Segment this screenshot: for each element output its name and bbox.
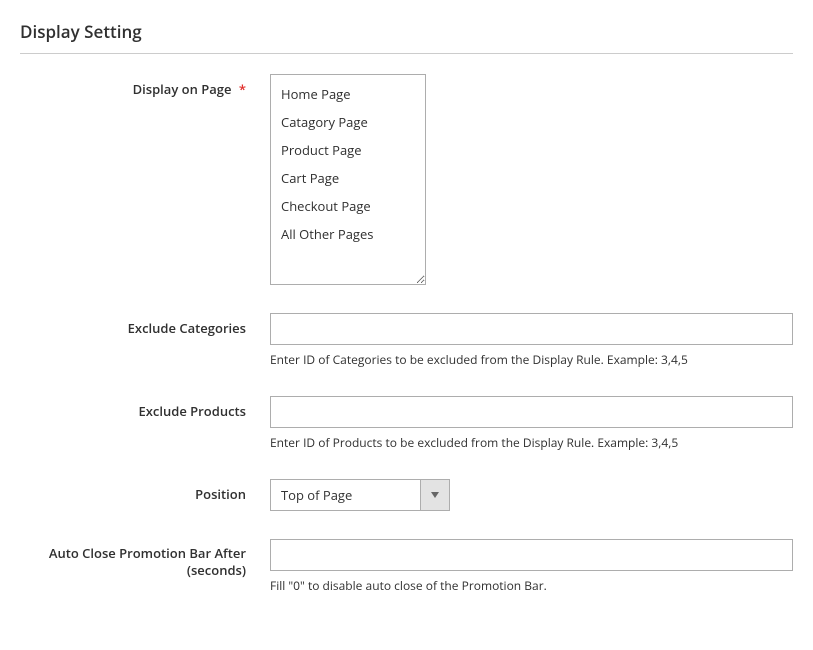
position-label: Position — [20, 479, 270, 503]
auto-close-label-line2: (seconds) — [187, 561, 246, 579]
exclude-categories-label: Exclude Categories — [20, 313, 270, 337]
exclude-categories-input[interactable] — [270, 313, 793, 345]
exclude-products-input[interactable] — [270, 396, 793, 428]
exclude-products-control: Enter ID of Products to be excluded from… — [270, 396, 793, 451]
auto-close-input[interactable] — [270, 539, 793, 571]
auto-close-label-line1: Auto Close Promotion Bar After — [49, 544, 246, 562]
section-title: Display Setting — [20, 20, 793, 54]
auto-close-row: Auto Close Promotion Bar After (seconds)… — [20, 539, 793, 594]
multiselect-option[interactable]: Catagory Page — [271, 108, 425, 136]
display-on-page-control: Home Page Catagory Page Product Page Car… — [270, 74, 793, 285]
position-select[interactable]: Top of Page — [270, 479, 450, 511]
multiselect-option[interactable]: Cart Page — [271, 164, 425, 192]
position-row: Position Top of Page — [20, 479, 793, 511]
exclude-categories-row: Exclude Categories Enter ID of Categorie… — [20, 313, 793, 368]
multiselect-option[interactable]: All Other Pages — [271, 220, 425, 248]
multiselect-option[interactable]: Home Page — [271, 80, 425, 108]
multiselect-option[interactable]: Checkout Page — [271, 192, 425, 220]
auto-close-control: Fill "0" to disable auto close of the Pr… — [270, 539, 793, 594]
exclude-categories-note: Enter ID of Categories to be excluded fr… — [270, 351, 793, 368]
exclude-products-note: Enter ID of Products to be excluded from… — [270, 434, 793, 451]
required-marker: * — [239, 80, 246, 98]
label-text: Display on Page — [133, 80, 232, 98]
position-control: Top of Page — [270, 479, 793, 511]
display-on-page-row: Display on Page * Home Page Catagory Pag… — [20, 74, 793, 285]
display-on-page-label: Display on Page * — [20, 74, 270, 98]
exclude-products-label: Exclude Products — [20, 396, 270, 420]
exclude-categories-control: Enter ID of Categories to be excluded fr… — [270, 313, 793, 368]
multiselect-option[interactable]: Product Page — [271, 136, 425, 164]
chevron-down-icon — [421, 480, 449, 510]
auto-close-label: Auto Close Promotion Bar After (seconds) — [20, 539, 270, 579]
exclude-products-row: Exclude Products Enter ID of Products to… — [20, 396, 793, 451]
display-on-page-multiselect[interactable]: Home Page Catagory Page Product Page Car… — [270, 74, 426, 285]
auto-close-note: Fill "0" to disable auto close of the Pr… — [270, 577, 793, 594]
position-select-value: Top of Page — [271, 480, 421, 510]
